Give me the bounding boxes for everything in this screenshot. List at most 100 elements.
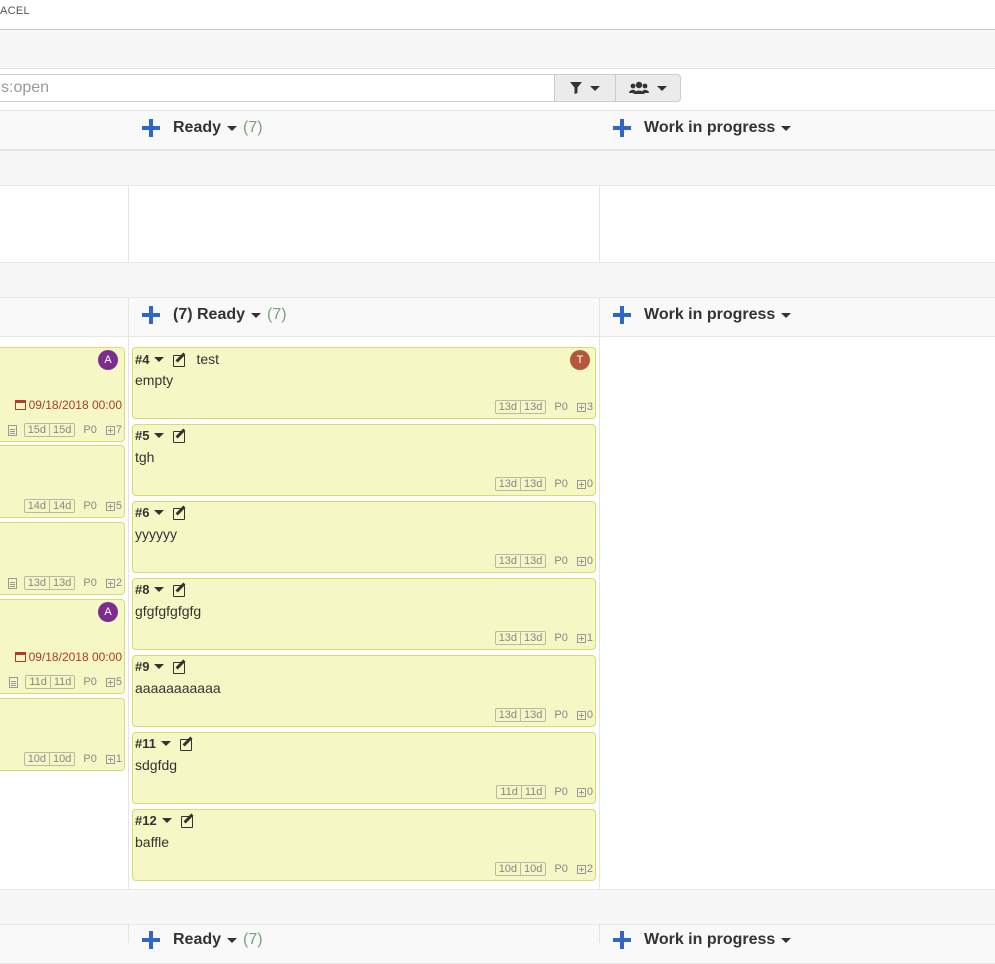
duration-badge: 13d 13d (494, 631, 547, 645)
chevron-down-icon[interactable] (161, 818, 172, 823)
chevron-down-icon[interactable] (154, 664, 165, 669)
edit-icon[interactable] (173, 660, 187, 674)
card-id[interactable]: #12 (135, 813, 157, 828)
add-card-icon[interactable] (142, 119, 160, 137)
edit-icon[interactable] (180, 814, 195, 828)
duration-remaining: 13d (49, 577, 74, 589)
chevron-down-icon[interactable] (154, 510, 165, 515)
calendar-icon (14, 652, 26, 662)
filter-button[interactable] (554, 74, 616, 102)
subtask-count-value: 5 (115, 676, 122, 688)
add-card-icon[interactable] (142, 306, 160, 324)
subtask-count: 0 (576, 786, 593, 798)
card-id[interactable]: #4 (135, 352, 149, 367)
add-card-icon[interactable] (613, 306, 631, 324)
edit-icon[interactable] (179, 737, 194, 751)
edit-icon[interactable] (173, 583, 187, 597)
card-id[interactable]: #9 (135, 659, 149, 674)
chevron-down-icon (657, 85, 667, 91)
add-card-icon[interactable] (613, 931, 631, 949)
duration-badge: 13d 13d (494, 477, 547, 491)
task-card[interactable]: #4 test empty T 13d 13d P0 3 (132, 347, 596, 419)
chevron-down-icon[interactable] (154, 356, 165, 362)
chevron-down-icon[interactable] (160, 741, 171, 746)
task-card[interactable]: A 09/18/2018 00:00 11d 11d P0 5 (0, 599, 125, 694)
subtasks-icon (105, 754, 115, 764)
card-meta: 13d 13d P0 2 (7, 576, 122, 590)
column-header-ready[interactable]: Ready (7) (142, 108, 263, 148)
column-header-wip[interactable]: Work in progress (613, 295, 792, 335)
column-title: Ready (173, 119, 222, 136)
card-meta: 10d 10d P0 1 (23, 752, 122, 766)
chevron-down-icon[interactable] (781, 125, 792, 131)
chevron-down-icon[interactable] (251, 312, 262, 318)
card-id[interactable]: #8 (135, 582, 149, 597)
subtasks-icon (105, 425, 115, 435)
add-card-icon[interactable] (613, 119, 631, 137)
card-meta: 11d 11d P0 5 (9, 675, 122, 689)
swimlane-band (0, 262, 995, 298)
duration-estimate: 13d (498, 555, 518, 567)
column-header-wip[interactable]: Work in progress (613, 108, 792, 148)
task-card[interactable]: 10d 10d P0 1 (0, 698, 125, 771)
chevron-down-icon[interactable] (154, 433, 165, 438)
column-title: Ready (173, 931, 222, 948)
card-id[interactable]: #5 (135, 428, 149, 443)
avatar[interactable]: A (98, 602, 118, 622)
card-meta: 13d 13d P0 0 (494, 554, 593, 568)
duration-estimate: 11d (29, 676, 47, 688)
task-card[interactable]: #8 gfgfgfgfgfg 13d 13d P0 1 (132, 578, 596, 650)
users-icon (629, 81, 649, 94)
card-meta: 13d 13d P0 0 (494, 708, 593, 722)
edit-icon[interactable] (173, 506, 187, 520)
subtask-count: 1 (105, 753, 122, 765)
priority-label: P0 (554, 786, 568, 798)
task-card[interactable]: 13d 13d P0 2 (0, 522, 125, 595)
duration-badge: 13d 13d (23, 576, 76, 590)
card-id[interactable]: #6 (135, 505, 149, 520)
card-header: #8 (135, 582, 187, 597)
priority-label: P0 (554, 478, 568, 490)
duration-badge: 14d 14d (23, 499, 76, 513)
task-card[interactable]: A 09/18/2018 00:00 15d 15d P0 7 (0, 347, 125, 442)
chevron-down-icon[interactable] (227, 125, 238, 131)
task-card[interactable]: #11 sdgfdg 11d 11d P0 0 (132, 732, 596, 804)
subtask-count: 3 (576, 401, 593, 413)
priority-label: P0 (554, 709, 568, 721)
duration-badge: 10d 10d (494, 862, 547, 876)
column-header-ready[interactable]: (7) Ready (7) (142, 295, 287, 335)
card-id[interactable]: #11 (135, 736, 156, 751)
column-header-wip[interactable]: Work in progress (613, 920, 792, 960)
duration-estimate: 13d (498, 401, 518, 413)
users-button[interactable] (615, 74, 681, 102)
edit-icon[interactable] (173, 353, 187, 367)
column-title: Work in progress (644, 931, 776, 948)
subtask-count-value: 0 (586, 478, 593, 490)
subtasks-icon (576, 710, 586, 720)
duration-estimate: 14d (27, 500, 47, 512)
task-card[interactable]: #6 yyyyyy 13d 13d P0 0 (132, 501, 596, 573)
task-card[interactable]: #9 aaaaaaaaaaa 13d 13d P0 0 (132, 655, 596, 727)
chevron-down-icon[interactable] (227, 937, 238, 943)
column-divider (599, 186, 600, 262)
chevron-down-icon[interactable] (154, 587, 165, 592)
chevron-down-icon[interactable] (781, 312, 792, 318)
document-icon (7, 424, 17, 436)
avatar[interactable]: T (570, 350, 590, 370)
search-input[interactable]: s:open (0, 74, 556, 102)
task-card[interactable]: #12 baffle 10d 10d P0 2 (132, 809, 596, 881)
chevron-down-icon[interactable] (781, 937, 792, 943)
subtask-count: 0 (576, 555, 593, 567)
card-header: #4 test (135, 351, 219, 367)
column-header-ready[interactable]: Ready (7) (142, 920, 263, 960)
add-card-icon[interactable] (142, 931, 160, 949)
priority-label: P0 (554, 555, 568, 567)
edit-icon[interactable] (173, 429, 187, 443)
duration-remaining: 10d (520, 863, 545, 875)
avatar[interactable]: A (98, 350, 118, 370)
task-card[interactable]: 14d 14d P0 5 (0, 445, 125, 518)
document-icon (9, 676, 19, 688)
task-card[interactable]: #5 tgh 13d 13d P0 0 (132, 424, 596, 496)
subtask-count-value: 0 (586, 709, 593, 721)
column-divider (599, 924, 600, 943)
